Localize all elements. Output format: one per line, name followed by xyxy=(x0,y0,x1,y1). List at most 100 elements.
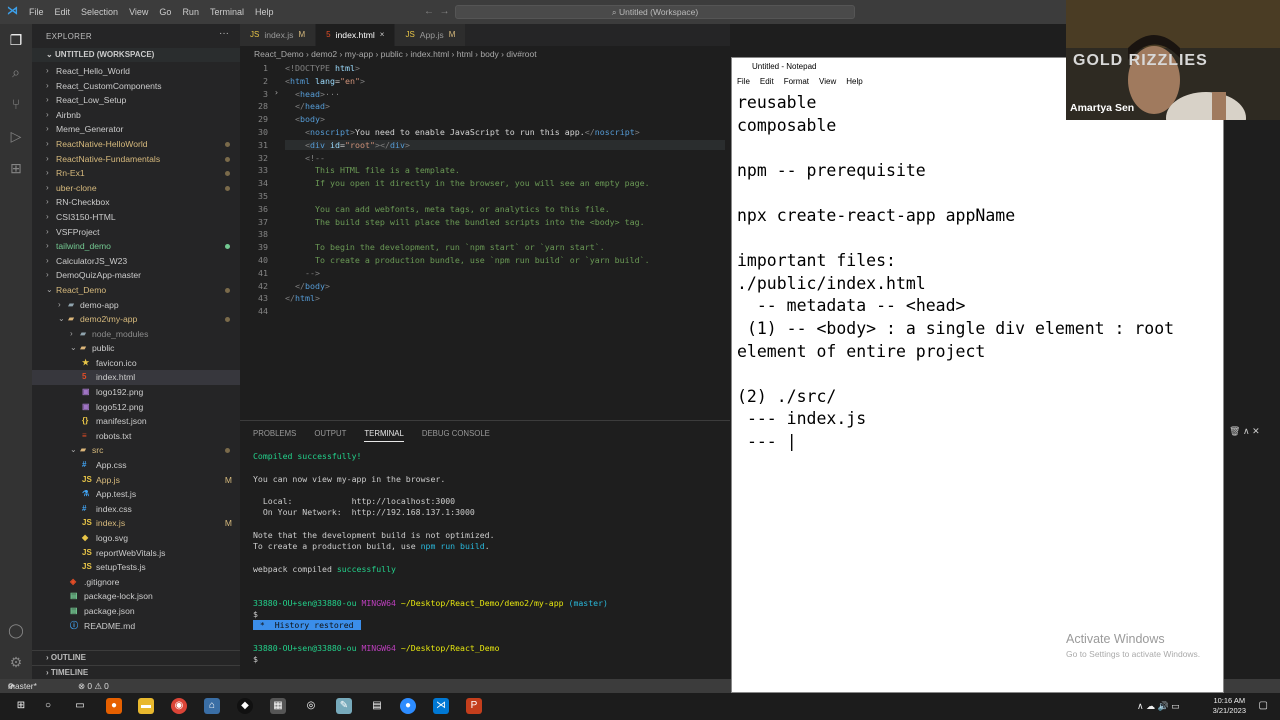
notepad-text-area[interactable]: reusable composable npm -- prerequisite … xyxy=(737,92,1221,454)
menu-item-file[interactable]: File xyxy=(29,7,44,17)
app-icon[interactable]: ◎ xyxy=(303,698,319,714)
search-icon[interactable]: ○ xyxy=(40,698,56,714)
command-center-search[interactable]: ⌕ Untitled (Workspace) xyxy=(455,5,855,19)
tab-App-js[interactable]: JS App.js M xyxy=(395,24,467,46)
tab-index-html[interactable]: 5 index.html × xyxy=(316,24,396,46)
file-item[interactable]: ▤ package.json xyxy=(32,604,240,619)
folder-item[interactable]: ⌄ ▰ src xyxy=(32,443,240,458)
folder-item[interactable]: › VSFProject xyxy=(32,225,240,240)
folder-item[interactable]: › Airbnb xyxy=(32,108,240,123)
file-item[interactable]: ▣ logo512.png xyxy=(32,400,240,415)
notepad-menu-format[interactable]: Format xyxy=(784,77,809,86)
folder-item[interactable]: ⌄ React_Demo xyxy=(32,283,240,298)
breadcrumb-item[interactable]: div#root xyxy=(506,49,536,59)
timeline-section[interactable]: › TIMELINE xyxy=(32,665,240,679)
close-icon[interactable]: × xyxy=(380,24,385,46)
menu-item-selection[interactable]: Selection xyxy=(81,7,118,17)
vscode-icon[interactable]: ⋊ xyxy=(433,698,449,714)
panel-tab-terminal[interactable]: TERMINAL xyxy=(364,429,404,442)
powerpoint-icon[interactable]: P xyxy=(466,698,482,714)
file-item[interactable]: JS index.js M xyxy=(32,516,240,531)
taskbar-clock[interactable]: 10:16 AM 3/21/2023 xyxy=(1213,696,1246,716)
folder-item[interactable]: › Meme_Generator xyxy=(32,122,240,137)
notepad-icon[interactable]: ✎ xyxy=(336,698,352,714)
terminal-output[interactable]: Compiled successfully! You can now view … xyxy=(253,451,608,666)
tray-icons[interactable]: ∧ ☁ 🔊 ▭ xyxy=(1137,701,1180,712)
folder-item[interactable]: › RN-Checkbox xyxy=(32,195,240,210)
file-item[interactable]: ▤ package-lock.json xyxy=(32,589,240,604)
folder-item[interactable]: ⌄ ▰ demo2\my-app xyxy=(32,312,240,327)
folder-item[interactable]: › ▰ node_modules xyxy=(32,327,240,342)
file-item[interactable]: ★ favicon.ico xyxy=(32,356,240,371)
notepad-menu-file[interactable]: File xyxy=(737,77,750,86)
breadcrumb-item[interactable]: public xyxy=(381,49,403,59)
file-item[interactable]: 5 index.html xyxy=(32,370,240,386)
app-icon[interactable]: ◆ xyxy=(237,698,253,714)
settings-gear-icon[interactable]: ⚙ xyxy=(8,654,24,670)
explorer-icon[interactable]: ❐ xyxy=(8,32,24,48)
panel-tab-debug-console[interactable]: DEBUG CONSOLE xyxy=(422,429,490,442)
trash-icon[interactable]: 🗑 xyxy=(1229,426,1240,436)
folder-item[interactable]: › ReactNative-Fundamentals xyxy=(32,152,240,167)
firefox-icon[interactable]: ● xyxy=(106,698,122,714)
file-item[interactable]: # index.css xyxy=(32,502,240,517)
task-view-icon[interactable]: ▭ xyxy=(72,698,88,714)
panel-tab-output[interactable]: OUTPUT xyxy=(314,429,346,442)
panel-tab-problems[interactable]: PROBLEMS xyxy=(253,429,296,442)
close-icon[interactable]: ✕ xyxy=(1252,426,1260,436)
folder-item[interactable]: › ▰ demo-app xyxy=(32,298,240,313)
file-item[interactable]: JS App.js M xyxy=(32,473,240,488)
file-item[interactable]: ≡ robots.txt xyxy=(32,429,240,444)
file-item[interactable]: ⓘ README.md xyxy=(32,619,240,634)
folder-item[interactable]: › CSI3150-HTML xyxy=(32,210,240,225)
folder-item[interactable]: › CalculatorJS_W23 xyxy=(32,254,240,269)
windows-start-icon[interactable]: ⊞ xyxy=(13,698,29,714)
outline-section[interactable]: › OUTLINE xyxy=(32,650,240,664)
account-icon[interactable]: ◯ xyxy=(8,622,24,638)
file-explorer-icon[interactable]: ▬ xyxy=(138,698,154,714)
menu-item-run[interactable]: Run xyxy=(182,7,199,17)
breadcrumb-item[interactable]: React_Demo xyxy=(254,49,304,59)
folder-item[interactable]: › uber-clone xyxy=(32,181,240,196)
menu-item-go[interactable]: Go xyxy=(159,7,171,17)
file-item[interactable]: JS reportWebVitals.js xyxy=(32,546,240,561)
fold-chevron-icon[interactable]: › xyxy=(274,88,279,97)
folder-item[interactable]: › React_Low_Setup xyxy=(32,93,240,108)
breadcrumb-item[interactable]: demo2 xyxy=(311,49,337,59)
extensions-icon[interactable]: ⊞ xyxy=(8,160,24,176)
file-item[interactable]: {} manifest.json xyxy=(32,414,240,429)
folder-item[interactable]: › React_CustomComponents xyxy=(32,79,240,94)
file-item[interactable]: ⚗ App.test.js xyxy=(32,487,240,502)
search-icon[interactable]: ⌕ xyxy=(8,64,24,80)
calculator-icon[interactable]: ▦ xyxy=(270,698,286,714)
notepad-menu-edit[interactable]: Edit xyxy=(760,77,774,86)
breadcrumb-item[interactable]: body xyxy=(480,49,498,59)
breadcrumb-item[interactable]: my-app xyxy=(345,49,373,59)
chrome-icon[interactable]: ◉ xyxy=(171,698,187,714)
breadcrumb-item[interactable]: index.html xyxy=(410,49,449,59)
source-control-icon[interactable]: ⑂ xyxy=(8,96,24,112)
folder-item[interactable]: › DemoQuizApp-master xyxy=(32,268,240,283)
file-item[interactable]: ▣ logo192.png xyxy=(32,385,240,400)
breadcrumb-item[interactable]: html xyxy=(457,49,473,59)
maximize-icon[interactable]: ∧ xyxy=(1243,426,1250,436)
code-editor[interactable]: 1 <!DOCTYPE html> 2 <html lang="en"> 3 <head… xyxy=(240,62,730,418)
menu-item-view[interactable]: View xyxy=(129,7,148,17)
notification-icon[interactable]: ▢ xyxy=(1259,700,1268,711)
more-actions-icon[interactable]: ··· xyxy=(219,28,229,39)
folder-item[interactable]: › React_Hello_World xyxy=(32,64,240,79)
folder-item[interactable]: › ReactNative-HelloWorld xyxy=(32,137,240,152)
zoom-icon[interactable]: ● xyxy=(400,698,416,714)
notepad-menu-view[interactable]: View xyxy=(819,77,836,86)
problems-status[interactable]: ⊗ 0 ⚠ 0 xyxy=(78,679,109,693)
menu-item-help[interactable]: Help xyxy=(255,7,274,17)
file-item[interactable]: ◆ logo.svg xyxy=(32,531,240,546)
file-item[interactable]: # App.css xyxy=(32,458,240,473)
app-icon[interactable]: ⌂ xyxy=(204,698,220,714)
notepad-menu-help[interactable]: Help xyxy=(846,77,862,86)
menu-item-edit[interactable]: Edit xyxy=(55,7,71,17)
workspace-header[interactable]: ⌄ UNTITLED (WORKSPACE) xyxy=(32,48,240,62)
file-item[interactable]: ◈ .gitignore xyxy=(32,575,240,590)
file-item[interactable]: JS setupTests.js xyxy=(32,560,240,575)
run-debug-icon[interactable]: ▷ xyxy=(8,128,24,144)
